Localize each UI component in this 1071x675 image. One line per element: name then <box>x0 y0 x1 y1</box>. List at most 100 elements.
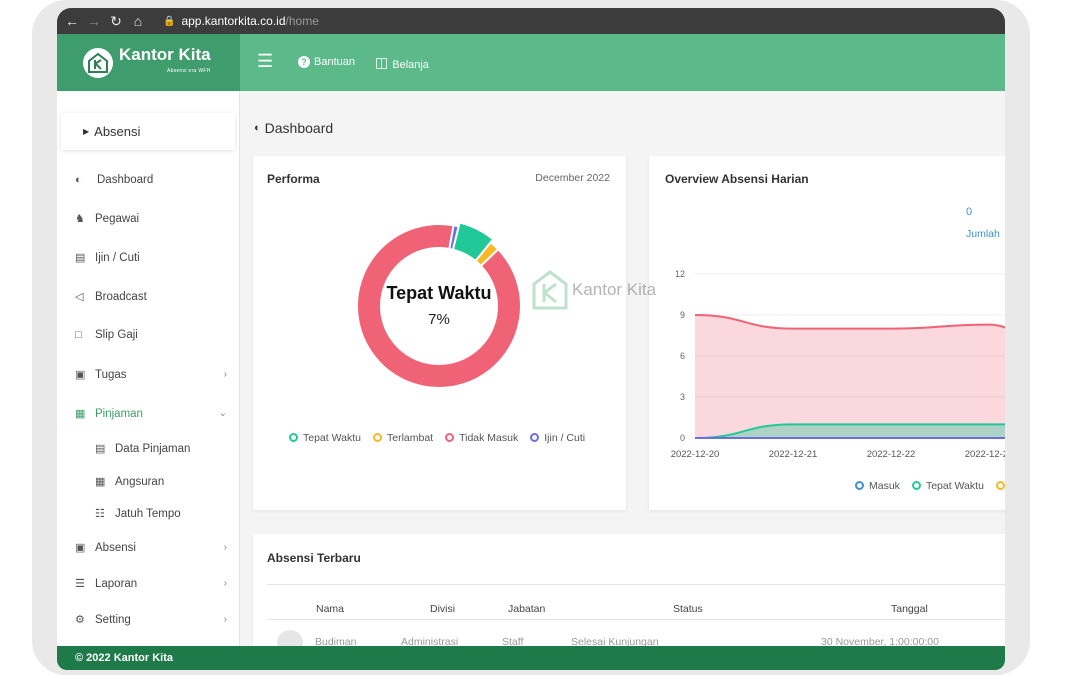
address-bar[interactable]: 🔒 app.kantorkita.co.id/home <box>163 14 319 28</box>
sidebar-item-label: Jatuh Tempo <box>115 507 181 520</box>
sidebar-item-label: Absensi <box>95 541 136 554</box>
donut-center-value: 7% <box>428 311 450 328</box>
url-host: app.kantorkita.co.id <box>181 14 286 28</box>
sidebar-item-label: Tugas <box>95 368 127 381</box>
x-tick-label: 2022-12-22 <box>867 449 916 460</box>
sidebar-item-setting[interactable]: ⚙ Setting › <box>75 613 227 627</box>
document-icon: ▤ <box>75 252 86 264</box>
users-icon: ♞ <box>75 213 85 225</box>
legend-item[interactable]: Tepat Waktu <box>289 432 361 444</box>
speedometer-icon: ◐ <box>75 174 82 186</box>
sidebar-item-data-pinjaman[interactable]: ▤ Data Pinjaman <box>95 442 227 456</box>
sidebar-item-pinjaman[interactable]: ▦ Pinjaman ⌄ <box>75 407 227 421</box>
file-icon: ▤ <box>95 443 106 455</box>
area-chart: 0 3 6 9 12 2022-12-20 2022-12-21 2022-12-22 2022… <box>671 269 1005 460</box>
sidebar-item-laporan[interactable]: ☰ Laporan › <box>75 577 227 591</box>
legend-label: Tidak Masuk <box>459 432 519 444</box>
chevron-right-icon: › <box>223 614 227 625</box>
column-header-tanggal[interactable]: Tanggal <box>891 603 928 615</box>
sidebar-section-header[interactable]: ▶ Absensi <box>61 113 235 150</box>
database-icon: ☰ <box>75 578 85 590</box>
breadcrumb: Dashboard <box>264 120 334 136</box>
column-header-divisi[interactable]: Divisi <box>430 603 455 615</box>
sidebar-item-label: Dashboard <box>97 174 154 186</box>
legend-label: Terlambat <box>386 432 434 444</box>
x-tick-label: 2022-12-21 <box>769 449 818 460</box>
home-icon[interactable]: ⌂ <box>127 13 149 29</box>
watermark: Kantor Kita <box>532 270 656 310</box>
sidebar-item-label: Pegawai <box>95 212 140 225</box>
sidebar-item-pegawai[interactable]: ♞ Pegawai <box>75 212 227 226</box>
sidebar-item-dashboard[interactable]: ◐ Dashboard <box>75 174 227 186</box>
sidebar-section-label: Absensi <box>94 124 141 139</box>
lock-icon: 🔒 <box>163 15 176 27</box>
app-header: Kantor Kita Absensi era WFH ☰ ? Bantuan … <box>57 34 1005 91</box>
sidebar-item-ijin-cuti[interactable]: ▤ Ijin / Cuti <box>75 251 227 265</box>
brand[interactable]: Kantor Kita Absensi era WFH <box>57 34 240 91</box>
y-tick-label: 0 <box>680 433 685 443</box>
sidebar: ▶ Absensi ◐ Dashboard ♞ Pegawai ▤ Ijin /… <box>57 91 240 646</box>
sidebar-item-tugas[interactable]: ▣ Tugas › <box>75 368 227 382</box>
caret-right-icon: ▶ <box>83 127 90 136</box>
legend-item[interactable] <box>995 480 1005 492</box>
recent-title: Absensi Terbaru <box>267 551 361 565</box>
calendar-icon: ☷ <box>95 508 105 520</box>
nav-bantuan[interactable]: ? Bantuan <box>298 56 355 68</box>
legend-item[interactable]: Terlambat <box>372 432 434 444</box>
brand-tagline: Absensi era WFH <box>166 67 211 74</box>
sidebar-item-slip-gaji[interactable]: □ Slip Gaji <box>75 329 227 341</box>
performa-card: Performa December 2022 Tepat Waktu 7% Te… <box>253 156 626 510</box>
y-tick-label: 6 <box>680 351 685 361</box>
divider <box>267 619 1005 620</box>
column-header-status[interactable]: Status <box>673 603 703 615</box>
nav-belanja-label: Belanja <box>392 58 429 71</box>
copyright: © 2022 Kantor Kita <box>75 652 173 664</box>
watermark-text: Kantor Kita <box>572 280 657 299</box>
x-tick-label: 2022-12-23 <box>965 449 1005 460</box>
watermark-logo-icon <box>532 270 568 310</box>
chevron-down-icon: ⌄ <box>218 408 227 419</box>
briefcase-icon: ▣ <box>75 369 86 381</box>
divider <box>267 584 1005 585</box>
column-header-jabatan[interactable]: Jabatan <box>508 603 545 615</box>
legend-item[interactable]: Tepat Waktu <box>911 480 984 492</box>
chevron-right-icon: › <box>223 542 227 553</box>
donut-chart: Tepat Waktu 7% <box>356 221 522 389</box>
legend-item[interactable]: Tidak Masuk <box>445 432 518 444</box>
column-header-nama[interactable]: Nama <box>316 603 344 615</box>
chevron-right-icon: › <box>223 578 227 589</box>
overview-card: Overview Absensi Harian 0 Jumlah 0 3 6 9 12 2… <box>649 156 1005 510</box>
sidebar-item-angsuran[interactable]: ▦ Angsuran <box>95 475 227 489</box>
brand-name: Kantor Kita <box>119 44 211 64</box>
back-icon[interactable]: ← <box>61 13 83 29</box>
app-screen: ← → ↻ ⌂ 🔒 app.kantorkita.co.id/home Kant… <box>57 8 1005 670</box>
menu-toggle-icon[interactable]: ☰ <box>257 51 273 72</box>
logo-icon <box>83 47 113 78</box>
sidebar-item-broadcast[interactable]: ◁ Broadcast <box>75 290 227 304</box>
sidebar-item-label: Angsuran <box>115 475 165 488</box>
forward-icon[interactable]: → <box>83 13 105 29</box>
legend-item[interactable]: Masuk <box>855 480 900 492</box>
sidebar-item-label: Broadcast <box>95 290 147 303</box>
y-tick-label: 9 <box>680 310 685 320</box>
y-tick-label: 12 <box>675 269 685 279</box>
sidebar-item-jatuh-tempo[interactable]: ☷ Jatuh Tempo <box>95 507 227 521</box>
sidebar-item-absensi[interactable]: ▣ Absensi › <box>75 541 227 555</box>
store-icon: ◫ <box>375 54 389 70</box>
nav-belanja[interactable]: ◫ Belanja <box>375 54 429 71</box>
checkbox-icon: ▣ <box>75 542 86 554</box>
browser-toolbar: ← → ↻ ⌂ 🔒 app.kantorkita.co.id/home <box>57 8 1005 34</box>
reload-icon[interactable]: ↻ <box>105 13 127 30</box>
calculator-icon: ▦ <box>75 408 86 420</box>
chevron-right-icon: › <box>223 369 227 380</box>
performa-legend: Tepat Waktu Terlambat Tidak Masuk Ijin /… <box>289 432 585 444</box>
overview-legend: Masuk Tepat Waktu <box>855 480 1005 492</box>
url-path: /home <box>285 14 319 28</box>
sidebar-item-label: Pinjaman <box>95 407 143 420</box>
sidebar-item-label: Data Pinjaman <box>115 442 191 455</box>
legend-item[interactable]: Ijin / Cuti <box>530 432 585 444</box>
legend-label: Tepat Waktu <box>303 432 361 444</box>
donut-center-label: Tepat Waktu <box>386 283 491 303</box>
monitor-icon: □ <box>75 329 82 341</box>
legend-label: Tepat Waktu <box>925 480 984 492</box>
